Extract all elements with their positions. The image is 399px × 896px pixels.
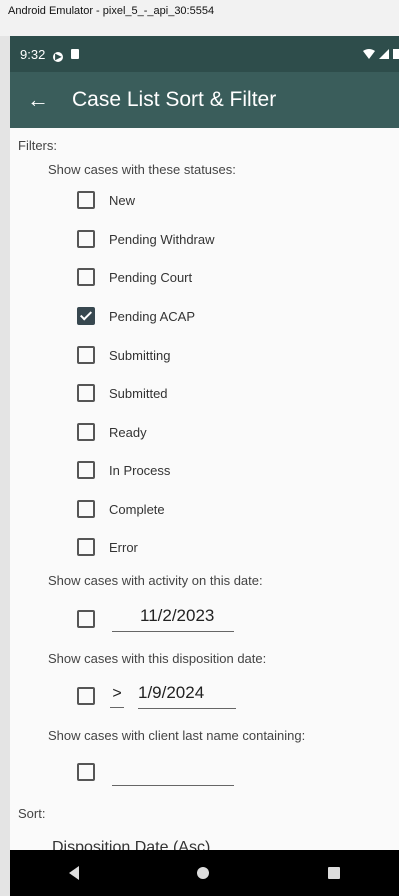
status-checkbox[interactable] (77, 500, 95, 518)
emulator-window-title: Android Emulator - pixel_5_-_api_30:5554 (0, 0, 399, 36)
android-nav-bar (10, 850, 399, 896)
lastname-toggle[interactable] (77, 760, 95, 784)
lastname-input[interactable] (112, 760, 234, 786)
page-title: Case List Sort & Filter (72, 88, 277, 111)
status-label: Submitted (109, 385, 168, 401)
status-right-icons (363, 48, 399, 59)
activity-date-toggle[interactable] (77, 607, 95, 631)
status-option-complete[interactable]: Complete (77, 497, 165, 521)
status-checkbox[interactable] (77, 461, 95, 479)
status-label: Error (109, 539, 138, 555)
status-option-ready[interactable]: Ready (77, 420, 147, 444)
disposition-date-field[interactable]: 1/9/2024 (138, 683, 236, 709)
status-label: Complete (109, 501, 165, 517)
filters-heading: Filters: (18, 138, 57, 153)
back-arrow-icon[interactable]: ← (10, 87, 66, 113)
disposition-date-toggle[interactable] (77, 684, 95, 708)
status-label: New (109, 192, 136, 208)
nav-recents-icon[interactable] (327, 867, 340, 879)
status-label: Pending Withdraw (109, 231, 215, 247)
status-option-pending-withdraw[interactable]: Pending Withdraw (77, 227, 215, 251)
status-option-submitting[interactable]: Submitting (77, 343, 170, 367)
status-option-pending-acap[interactable]: Pending ACAP (77, 304, 195, 328)
activity-date-field[interactable]: 11/2/2023 (112, 606, 234, 632)
wifi-icon (363, 48, 375, 59)
status-label: Submitting (109, 347, 171, 363)
status-checkbox[interactable] (77, 423, 95, 441)
status-checkbox[interactable] (77, 191, 95, 209)
status-label: Pending Court (109, 269, 193, 285)
status-checkbox[interactable] (77, 346, 95, 364)
status-option-pending-court[interactable]: Pending Court (77, 265, 192, 289)
window-left-edge (0, 36, 10, 896)
status-option-in-process[interactable]: In Process (77, 458, 170, 482)
sd-card-icon (71, 47, 80, 62)
status-checkbox-checked[interactable] (77, 307, 95, 325)
status-checkbox[interactable] (77, 384, 95, 402)
status-time: 9:32 (20, 46, 46, 62)
status-label: Pending ACAP (109, 308, 196, 324)
status-checkbox[interactable] (77, 230, 95, 248)
status-option-new[interactable]: New (77, 188, 135, 212)
play-protect-icon: ▶ (53, 51, 64, 62)
activity-date-label: Show cases with activity on this date: (48, 573, 263, 588)
status-label: In Process (109, 462, 171, 478)
nav-home-icon[interactable] (197, 867, 210, 879)
status-option-error[interactable]: Error (77, 535, 138, 559)
battery-icon (393, 49, 399, 59)
lastname-checkbox[interactable] (77, 763, 95, 781)
cell-signal-icon (379, 48, 389, 59)
lastname-label: Show cases with client last name contain… (48, 728, 306, 743)
status-option-submitted[interactable]: Submitted (77, 381, 168, 405)
statuses-label: Show cases with these statuses: (48, 162, 236, 177)
activity-date-checkbox[interactable] (77, 610, 95, 628)
status-bar: 9:32 ▶ (10, 36, 399, 72)
status-checkbox[interactable] (77, 268, 95, 286)
disposition-date-checkbox[interactable] (77, 687, 95, 705)
filter-sort-form[interactable]: Filters: Show cases with these statuses:… (10, 128, 399, 850)
status-label: Ready (109, 424, 147, 440)
status-checkbox[interactable] (77, 538, 95, 556)
nav-back-icon[interactable] (69, 866, 80, 880)
disposition-date-label: Show cases with this disposition date: (48, 651, 267, 666)
disposition-operator-select[interactable]: > (110, 685, 124, 708)
sort-heading: Sort: (18, 806, 46, 821)
sort-select[interactable]: Disposition Date (Asc) (52, 839, 210, 850)
app-bar: ← Case List Sort & Filter (10, 72, 399, 128)
